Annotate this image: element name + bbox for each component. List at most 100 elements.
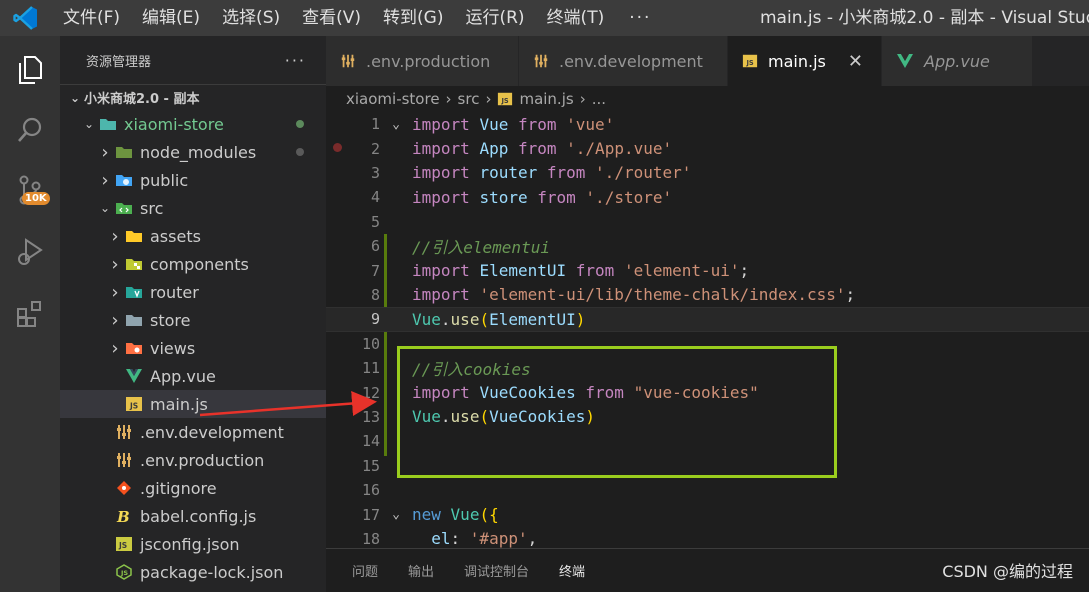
panel-tab-0[interactable]: 问题 [352, 549, 378, 592]
tree-item-gitignore[interactable]: .gitignore [60, 474, 326, 502]
code-token: import [412, 261, 470, 281]
menu-more-button[interactable]: ··· [615, 8, 677, 28]
fold-chevron-icon[interactable]: ⌄ [380, 507, 412, 522]
code-token: ElementUI [479, 261, 567, 281]
tree-item-package-lock-json[interactable]: JS package-lock.json [60, 558, 326, 586]
code-token: Vue [412, 407, 441, 427]
panel-tab-1[interactable]: 输出 [408, 549, 434, 592]
chevron-right-icon: › [111, 281, 119, 303]
menu-item-5[interactable]: 运行(R) [454, 0, 535, 36]
code-token: : [450, 529, 470, 548]
tree-item-label: main.js [150, 394, 208, 414]
line-number: 8 [370, 285, 380, 304]
tree-item-node-modules[interactable]: › node_modules [60, 138, 326, 166]
tree-item-src[interactable]: ⌄ src [60, 194, 326, 222]
source-control-icon[interactable]: 10K [0, 162, 60, 218]
code-line: 4 import store from './store' [326, 185, 1089, 209]
tree-item-babel-config-js[interactable]: Bbabel.config.js [60, 502, 326, 530]
env-icon [340, 53, 356, 69]
svg-text:JS: JS [129, 402, 138, 411]
line-number: 11 [361, 359, 380, 378]
workspace-root[interactable]: ⌄ 小米商城2.0 - 副本 [60, 84, 326, 110]
tree-item-main-js[interactable]: JS main.js [60, 390, 326, 418]
code-token: './router' [595, 163, 692, 183]
tree-item-app-vue[interactable]: App.vue [60, 362, 326, 390]
code-token: Vue [450, 505, 480, 525]
code-line: 15 [326, 454, 1089, 478]
code-token: 'element-ui' [623, 261, 740, 281]
tree-item-env-development[interactable]: .env.development [60, 418, 326, 446]
activity-bar: 10K [0, 36, 60, 592]
explorer-more-button[interactable]: ··· [285, 51, 306, 70]
run-debug-icon[interactable] [0, 224, 60, 280]
tree-item-views[interactable]: › views [60, 334, 326, 362]
code-text: Vue.use(ElementUI) [412, 310, 585, 329]
tab-env-production[interactable]: .env.production [326, 36, 519, 86]
svg-text:JS: JS [118, 541, 127, 550]
tree-item-label: .env.development [140, 422, 284, 442]
code-token: import [412, 285, 470, 305]
tree-item-components[interactable]: › components [60, 250, 326, 278]
code-token: './App.vue' [566, 139, 673, 159]
code-token: from [575, 261, 615, 281]
explorer-header: 资源管理器 ··· [60, 36, 326, 84]
code-token: from [537, 187, 576, 207]
tree-item-router[interactable]: › router [60, 278, 326, 306]
close-icon[interactable]: ✕ [848, 51, 863, 72]
line-number: 9 [370, 310, 380, 329]
tree-item-jsconfig-json[interactable]: JS jsconfig.json [60, 530, 326, 558]
tree-item-public[interactable]: › public [60, 166, 326, 194]
tab-env-development[interactable]: .env.development [519, 36, 728, 86]
menu-item-6[interactable]: 终端(T) [536, 0, 616, 36]
tree-item-label: jsconfig.json [140, 534, 240, 554]
code-token: import [412, 383, 470, 403]
line-number: 2 [370, 139, 380, 158]
code-token: ; [739, 261, 750, 281]
tab-main-js[interactable]: JS main.js ✕ [728, 36, 882, 86]
ignored-dot-icon [296, 148, 304, 156]
menu-item-4[interactable]: 转到(G) [372, 0, 454, 36]
fold-chevron-icon[interactable]: ⌄ [380, 117, 412, 132]
tree-item-label: src [140, 198, 164, 218]
tab-app-vue[interactable]: App.vue [882, 36, 1033, 86]
code-token: , [527, 529, 538, 548]
tree-item-label: .gitignore [140, 478, 217, 498]
scm-badge: 10K [22, 192, 50, 205]
breadcrumb: xiaomi-store › src › JS main.js ›... [326, 86, 1089, 112]
code-editor[interactable]: 1 ⌄ import Vue from 'vue' 2 import App from … [326, 112, 1089, 548]
tab-label: .env.production [366, 51, 491, 71]
tree-item-env-production[interactable]: .env.production [60, 446, 326, 474]
tree-item-assets[interactable]: › assets [60, 222, 326, 250]
code-token: './store' [585, 187, 673, 207]
panel-tab-2[interactable]: 调试控制台 [464, 549, 529, 592]
search-icon[interactable] [0, 102, 60, 158]
menu-item-0[interactable]: 文件(F) [52, 0, 131, 36]
code-text: import VueCookies from "vue-cookies" [412, 383, 759, 402]
breadcrumb-item[interactable]: main.js [519, 90, 573, 108]
panel-tab-3[interactable]: 终端 [559, 549, 586, 592]
extensions-icon[interactable] [0, 286, 60, 342]
menu-item-2[interactable]: 选择(S) [211, 0, 291, 36]
breadcrumb-item[interactable]: src [458, 90, 480, 108]
env-file-icon [114, 451, 134, 469]
menu-item-1[interactable]: 编辑(E) [131, 0, 211, 36]
explorer-files-icon[interactable] [0, 42, 60, 98]
tab-label: App.vue [924, 51, 990, 71]
menu-item-3[interactable]: 查看(V) [291, 0, 372, 36]
breadcrumb-item[interactable]: xiaomi-store [346, 90, 440, 108]
env-file-icon [114, 423, 134, 441]
line-number: 12 [361, 383, 380, 402]
vscode-logo-icon [0, 0, 52, 36]
window-title: main.js - 小米商城2.0 - 副本 - Visual Studio C… [760, 8, 1089, 28]
svg-text:B: B [116, 508, 130, 524]
tree-item-store[interactable]: › store [60, 306, 326, 334]
breadcrumb-item[interactable]: ... [592, 90, 606, 108]
tree-item-label: assets [150, 226, 201, 246]
tree-item-xiaomi-store[interactable]: ⌄ xiaomi-store [60, 110, 326, 138]
title-bar: 文件(F) 编辑(E) 选择(S) 查看(V) 转到(G) 运行(R) 终端(T) ··· … [0, 0, 1089, 36]
